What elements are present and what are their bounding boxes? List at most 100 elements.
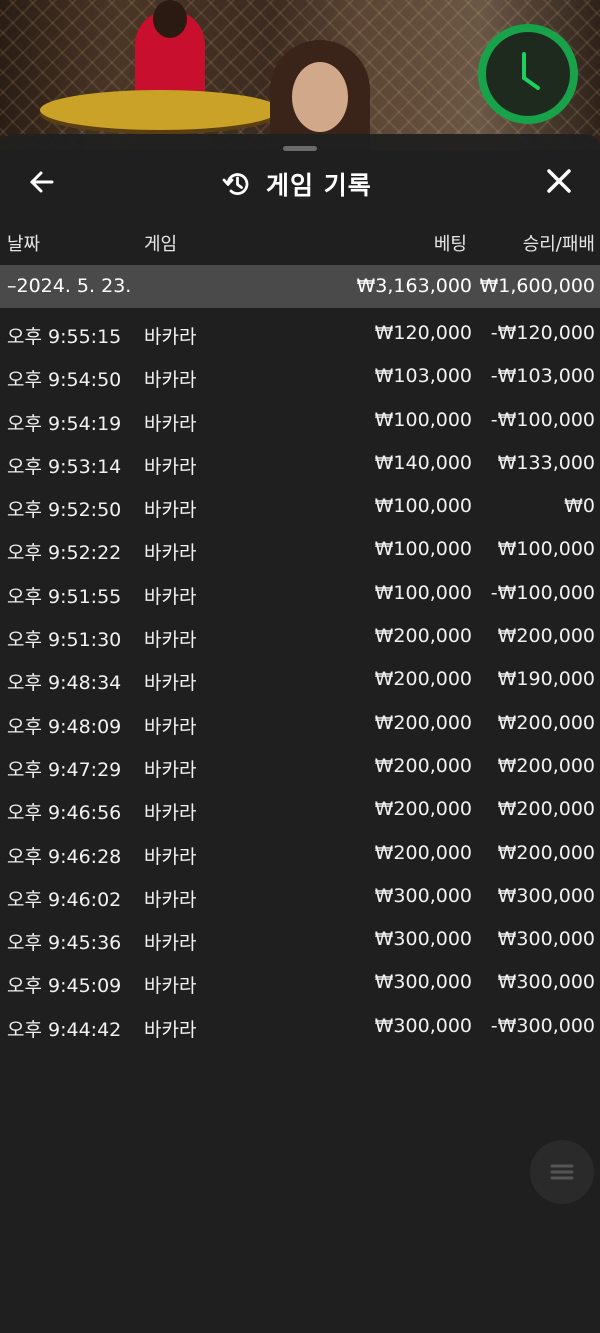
row-result: ₩0 — [564, 495, 595, 518]
row-bet: ₩103,000 — [374, 365, 472, 388]
row-bet: ₩200,000 — [374, 668, 472, 691]
row-game: 바카라 — [144, 715, 197, 738]
row-bet: ₩100,000 — [374, 538, 472, 561]
column-date: 날짜 — [7, 234, 41, 255]
row-game: 바카라 — [144, 585, 197, 608]
back-button[interactable] — [26, 166, 58, 198]
row-game: 바카라 — [144, 1018, 197, 1041]
row-game: 바카라 — [144, 499, 197, 522]
row-bet: ₩200,000 — [374, 754, 472, 777]
row-result: ₩100,000 — [497, 538, 595, 561]
date-group-total-bet: ₩3,163,000 — [356, 275, 472, 297]
history-row[interactable]: 오후 9:51:55 바카라 ₩100,000 -₩100,000 — [0, 572, 600, 615]
row-result: ₩200,000 — [497, 798, 595, 821]
row-game: 바카라 — [144, 845, 197, 868]
history-row[interactable]: 오후 9:52:22 바카라 ₩100,000 ₩100,000 — [0, 528, 600, 571]
history-row[interactable]: 오후 9:48:09 바카라 ₩200,000 ₩200,000 — [0, 702, 600, 745]
history-row[interactable]: 오후 9:54:19 바카라 ₩100,000 -₩100,000 — [0, 399, 600, 442]
dealer-figure — [135, 0, 205, 100]
row-bet: ₩100,000 — [374, 495, 472, 518]
modal-header: 게임 기록 — [222, 166, 372, 202]
row-time: 오후 9:51:55 — [7, 585, 122, 608]
row-result: -₩100,000 — [490, 408, 595, 431]
history-row[interactable]: 오후 9:53:14 바카라 ₩140,000 ₩133,000 — [0, 442, 600, 485]
history-row[interactable]: 오후 9:47:29 바카라 ₩200,000 ₩200,000 — [0, 745, 600, 788]
history-row[interactable]: 오후 9:46:02 바카라 ₩300,000 ₩300,000 — [0, 875, 600, 918]
history-row[interactable]: 오후 9:45:36 바카라 ₩300,000 ₩300,000 — [0, 918, 600, 961]
history-row[interactable]: 오후 9:45:09 바카라 ₩300,000 ₩300,000 — [0, 961, 600, 1004]
row-result: ₩133,000 — [497, 451, 595, 474]
back-arrow-icon — [30, 171, 54, 193]
date-group-date: –2024. 5. 23. — [7, 275, 132, 297]
row-time: 오후 9:46:56 — [7, 802, 122, 825]
row-time: 오후 9:46:02 — [7, 888, 122, 911]
history-row[interactable]: 오후 9:46:28 바카라 ₩200,000 ₩200,000 — [0, 832, 600, 875]
row-bet: ₩100,000 — [374, 408, 472, 431]
row-result: -₩100,000 — [490, 581, 595, 604]
row-time: 오후 9:45:09 — [7, 975, 122, 998]
history-row[interactable]: 오후 9:48:34 바카라 ₩200,000 ₩190,000 — [0, 658, 600, 701]
row-time: 오후 9:54:50 — [7, 369, 122, 392]
row-game: 바카라 — [144, 932, 197, 955]
row-bet: ₩200,000 — [374, 841, 472, 864]
history-row[interactable]: 오후 9:46:56 바카라 ₩200,000 ₩200,000 — [0, 788, 600, 831]
row-game: 바카라 — [144, 542, 197, 565]
timer-icon — [522, 52, 540, 90]
row-game: 바카라 — [144, 412, 197, 435]
history-row[interactable]: 오후 9:55:15 바카라 ₩120,000 -₩120,000 — [0, 312, 600, 355]
row-result: ₩190,000 — [497, 668, 595, 691]
row-bet: ₩100,000 — [374, 581, 472, 604]
drag-handle[interactable] — [283, 146, 317, 151]
row-result: ₩200,000 — [497, 754, 595, 777]
history-row[interactable]: 오후 9:52:50 바카라 ₩100,000 ₩0 — [0, 485, 600, 528]
row-bet: ₩200,000 — [374, 798, 472, 821]
history-row[interactable]: 오후 9:54:50 바카라 ₩103,000 -₩103,000 — [0, 355, 600, 398]
menu-icon — [550, 1164, 574, 1180]
row-game: 바카라 — [144, 455, 197, 478]
game-history-modal: 게임 기록 날짜 게임 베팅 승리/패배 –2024. 5. 23. ₩3,16… — [0, 134, 600, 1333]
row-bet: ₩300,000 — [374, 884, 472, 907]
row-bet: ₩120,000 — [374, 322, 472, 344]
row-result: -₩300,000 — [490, 1014, 595, 1037]
row-bet: ₩200,000 — [374, 711, 472, 734]
modal-title: 게임 기록 — [266, 171, 372, 200]
menu-button[interactable] — [530, 1140, 594, 1204]
row-time: 오후 9:53:14 — [7, 455, 122, 478]
history-row[interactable]: 오후 9:51:30 바카라 ₩200,000 ₩200,000 — [0, 615, 600, 658]
date-group-total-result: ₩1,600,000 — [479, 275, 595, 297]
row-time: 오후 9:48:09 — [7, 715, 122, 738]
row-time: 오후 9:55:15 — [7, 326, 122, 348]
row-result: -₩103,000 — [490, 365, 595, 388]
column-game: 게임 — [144, 234, 178, 255]
column-headers: 날짜 게임 베팅 승리/패배 — [0, 230, 600, 258]
row-time: 오후 9:52:22 — [7, 542, 122, 565]
row-game: 바카라 — [144, 672, 197, 695]
close-button[interactable] — [542, 164, 576, 198]
row-game: 바카라 — [144, 629, 197, 652]
column-bet: 베팅 — [433, 234, 467, 255]
row-game: 바카라 — [144, 326, 197, 348]
row-game: 바카라 — [144, 802, 197, 825]
row-time: 오후 9:54:19 — [7, 412, 122, 435]
close-icon — [547, 169, 571, 193]
row-time: 오후 9:52:50 — [7, 499, 122, 522]
date-group-row[interactable]: –2024. 5. 23. ₩3,163,000 ₩1,600,000 — [0, 265, 600, 308]
row-game: 바카라 — [144, 758, 197, 781]
row-result: ₩300,000 — [497, 928, 595, 951]
row-time: 오후 9:48:34 — [7, 672, 122, 695]
row-time: 오후 9:45:36 — [7, 932, 122, 955]
row-game: 바카라 — [144, 975, 197, 998]
history-row[interactable]: 오후 9:44:42 바카라 ₩300,000 -₩300,000 — [0, 1005, 600, 1048]
row-bet: ₩200,000 — [374, 625, 472, 648]
row-result: ₩300,000 — [497, 884, 595, 907]
row-time: 오후 9:44:42 — [7, 1018, 122, 1041]
column-result: 승리/패배 — [522, 234, 595, 255]
row-result: ₩200,000 — [497, 841, 595, 864]
row-bet: ₩300,000 — [374, 928, 472, 951]
row-time: 오후 9:46:28 — [7, 845, 122, 868]
history-list: 오후 9:55:15 바카라 ₩120,000 -₩120,000 오후 9:54:5… — [0, 312, 600, 1048]
row-bet: ₩300,000 — [374, 1014, 472, 1037]
row-result: ₩300,000 — [497, 971, 595, 994]
row-game: 바카라 — [144, 888, 197, 911]
round-timer — [478, 24, 578, 124]
